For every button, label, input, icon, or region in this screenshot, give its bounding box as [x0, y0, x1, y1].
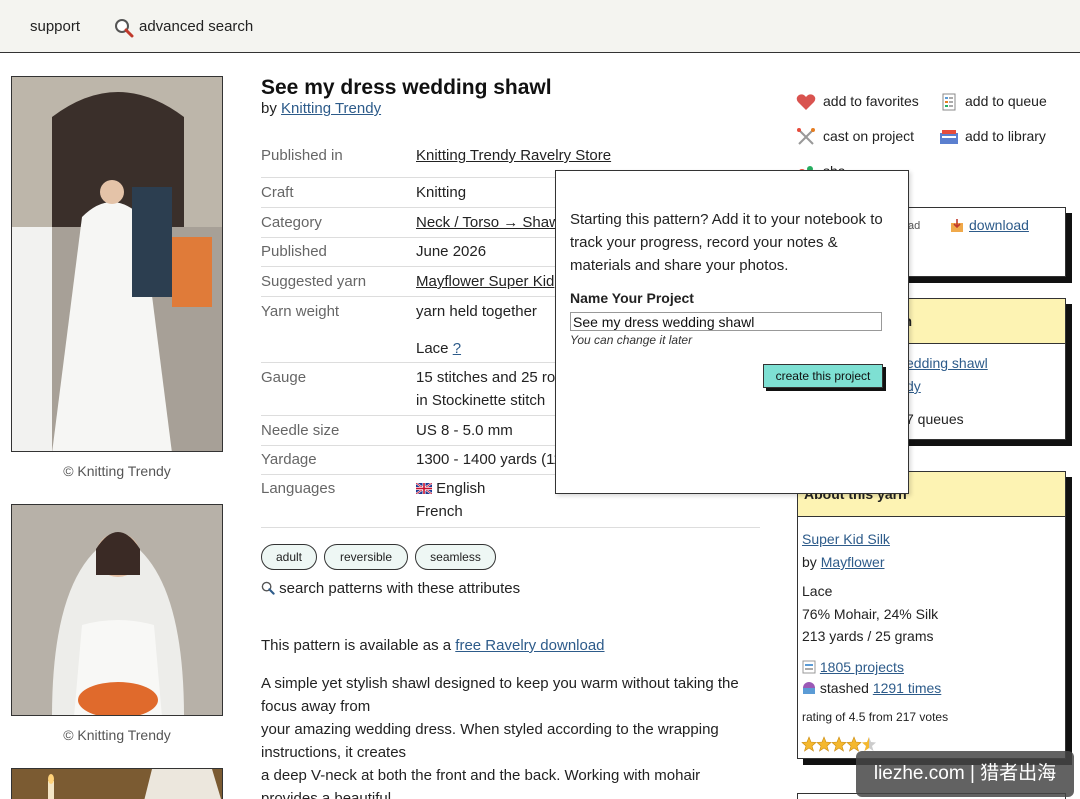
search-attributes-link[interactable]: search patterns with these attributes	[261, 580, 520, 597]
detail-value: English	[415, 480, 486, 497]
byline-by: by	[261, 100, 277, 117]
byline: by Knitting Trendy	[261, 100, 381, 117]
download-link[interactable]: download	[969, 217, 1029, 233]
uk-flag-icon	[415, 482, 433, 495]
detail-label: Needle size	[261, 422, 340, 439]
yarn-rating: rating of 4.5 from 217 votes	[802, 710, 949, 724]
queues-count: 7 queues	[906, 411, 964, 427]
description-line: A simple yet stylish shawl designed to k…	[261, 675, 739, 692]
detail-value: US 8 - 5.0 mm	[416, 422, 513, 439]
cast-on-project-button[interactable]: cast on project	[823, 128, 914, 144]
yarn-brand-link[interactable]: Mayflower	[821, 554, 885, 570]
detail-label: Published in	[261, 147, 343, 164]
pattern-photo-1[interactable]	[11, 76, 223, 452]
add-to-library-button[interactable]: add to library	[965, 128, 1046, 144]
advanced-search-link[interactable]: advanced search	[139, 18, 253, 35]
library-icon	[940, 130, 958, 144]
add-to-queue-button[interactable]: add to queue	[965, 93, 1047, 109]
attribute-tag[interactable]: adult	[261, 544, 317, 570]
description-line: provides a beautiful	[261, 790, 392, 799]
designer-link[interactable]: Knitting Trendy	[281, 100, 381, 117]
yarn-weight-help-link[interactable]: ?	[453, 340, 461, 357]
description-line: instructions, it creates	[261, 744, 407, 761]
published-in-link[interactable]: Knitting Trendy Ravelry Store	[416, 147, 611, 164]
suggested-yarn-link[interactable]: Mayflower Super Kid	[416, 273, 554, 290]
detail-label: Suggested yarn	[261, 273, 367, 290]
availability-text: This pattern is available as a free Rave…	[261, 634, 751, 657]
heart-icon	[796, 94, 816, 110]
search-icon	[261, 581, 275, 595]
pattern-photo-3[interactable]	[11, 768, 223, 799]
queue-icon	[942, 93, 956, 111]
detail-value: 1300 - 1400 yards (11	[416, 451, 562, 468]
about-yarn-card: About this yarn Super Kid Silk by Mayflo…	[797, 471, 1066, 759]
pattern-name-link[interactable]: edding shawl	[906, 355, 988, 371]
yarn-weight: Lace	[802, 583, 833, 599]
description-line: your amazing wedding dress. When styled …	[261, 721, 719, 738]
detail-label: Yardage	[261, 451, 317, 468]
pattern-photo-2[interactable]	[11, 504, 223, 716]
yarn-name-link[interactable]: Super Kid Silk	[802, 531, 890, 547]
detail-value: 15 stitches and 25 ro	[416, 369, 556, 386]
free-download-link[interactable]: free Ravelry download	[455, 637, 604, 654]
detail-label: Yarn weight	[261, 303, 340, 320]
language-french: French	[416, 503, 463, 520]
yarn-yardage: 213 yards / 25 grams	[802, 628, 934, 644]
detail-value: in Stockinette stitch	[416, 392, 546, 409]
photo-caption: © Knitting Trendy	[63, 463, 171, 479]
detail-label: Published	[261, 243, 327, 260]
cast-on-popup: Starting this pattern? Add it to your no…	[555, 170, 909, 494]
detail-value: June 2026	[416, 243, 487, 260]
yarn-fiber: 76% Mohair, 24% Silk	[802, 605, 939, 622]
language-english: English	[436, 480, 486, 497]
support-link[interactable]: support	[30, 18, 80, 35]
detail-label: Gauge	[261, 369, 307, 386]
page-title: See my dress wedding shawl	[261, 76, 552, 99]
add-to-favorites-button[interactable]: add to favorites	[823, 93, 919, 109]
top-navigation: support advanced search	[0, 0, 1080, 53]
detail-label: Craft	[261, 184, 294, 201]
attribute-tag[interactable]: seamless	[415, 544, 496, 570]
availability-prefix: This pattern is available as a	[261, 637, 452, 654]
projects-icon	[802, 660, 816, 674]
photo-caption: © Knitting Trendy	[63, 727, 171, 743]
search-icon	[115, 19, 134, 38]
category-link[interactable]: Neck / Torso → Shawl	[416, 214, 563, 231]
project-name-input[interactable]	[570, 312, 882, 331]
yarn-projects-link[interactable]: 1805 projects	[820, 659, 904, 675]
description-line: focus away from	[261, 698, 371, 715]
project-name-hint: You can change it later	[570, 333, 693, 347]
pattern-description: A simple yet stylish shawl designed to k…	[261, 672, 751, 799]
stashed-prefix: stashed	[819, 680, 869, 696]
yarn-weight-value: Lace	[416, 340, 449, 357]
detail-value: yarn held together	[416, 303, 537, 320]
yarn-by: by	[802, 554, 817, 570]
project-name-label: Name Your Project	[570, 290, 694, 306]
stashed-link[interactable]: 1291 times	[873, 680, 941, 696]
create-project-button[interactable]: create this project	[763, 364, 883, 388]
detail-label: Category	[261, 214, 322, 231]
attribute-tag[interactable]: reversible	[324, 544, 408, 570]
stash-icon	[803, 682, 815, 694]
search-attributes-label: search patterns with these attributes	[279, 580, 521, 597]
popup-intro: Starting this pattern? Add it to your no…	[570, 211, 883, 274]
watermark: liezhe.com | 猎者出海	[856, 751, 1074, 797]
description-line: a deep V-neck at both the front and the …	[261, 767, 701, 784]
download-icon	[951, 219, 963, 232]
download-card-text: ad	[908, 220, 921, 232]
detail-value: Lace ?	[416, 340, 461, 357]
needles-icon	[797, 128, 815, 145]
detail-label: Languages	[261, 480, 336, 497]
detail-value: Knitting	[416, 184, 467, 201]
